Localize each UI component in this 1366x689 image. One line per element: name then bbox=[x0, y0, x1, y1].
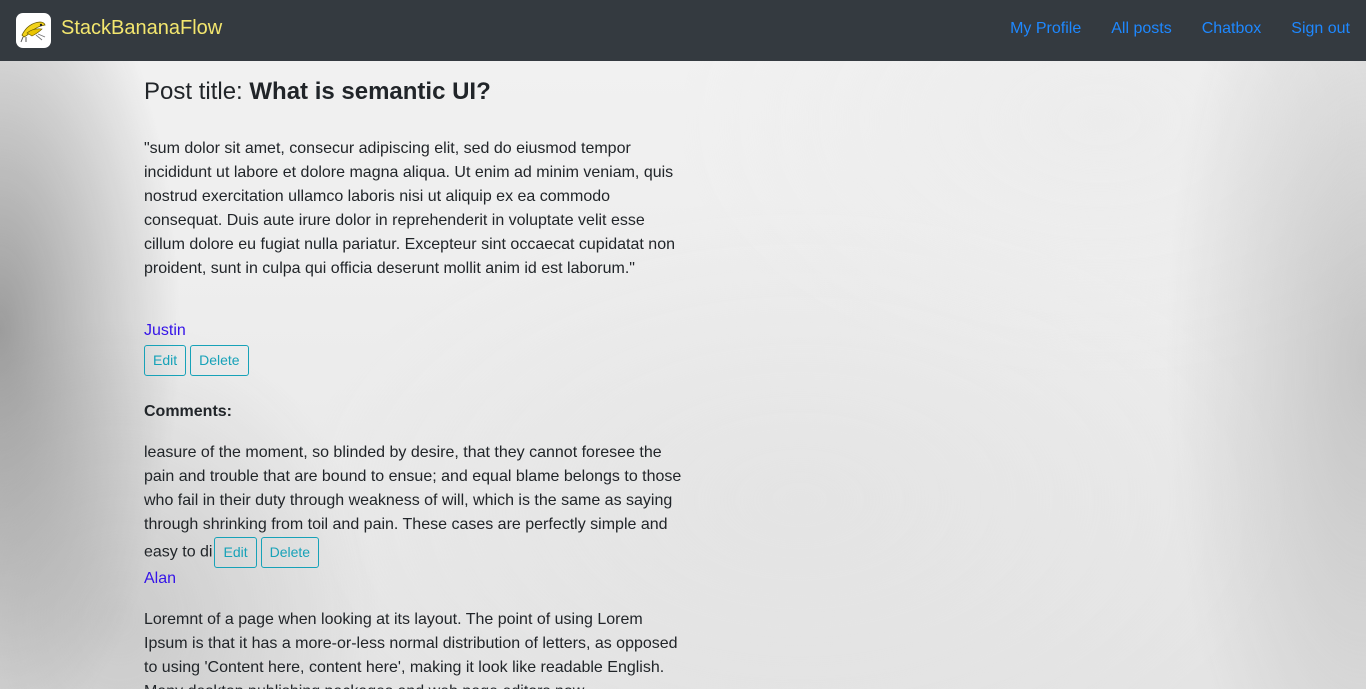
post-title-prefix: Post title: bbox=[144, 78, 250, 105]
navbar: StackBananaFlow My Profile All posts Cha… bbox=[0, 0, 1366, 61]
comment-delete-button[interactable]: Delete bbox=[260, 537, 320, 568]
comment-edit-button[interactable]: Edit bbox=[214, 537, 257, 568]
post-title: Post title: What is semantic UI? bbox=[144, 78, 491, 106]
post-title-text: What is semantic UI? bbox=[249, 78, 491, 105]
banana-bird-logo-icon bbox=[16, 13, 51, 48]
comment-item: Loremnt of a page when looking at its la… bbox=[144, 608, 689, 689]
comment-author-link[interactable]: Alan bbox=[144, 570, 176, 588]
post-edit-button[interactable]: Edit bbox=[144, 345, 187, 376]
post-actions: Edit Delete bbox=[144, 345, 249, 376]
nav-sign-out[interactable]: Sign out bbox=[1291, 20, 1350, 38]
post-author-link[interactable]: Justin bbox=[144, 322, 186, 340]
comment-actions: Edit Delete bbox=[214, 537, 320, 568]
brand-link[interactable]: StackBananaFlow bbox=[16, 13, 222, 48]
nav-links: My Profile All posts Chatbox Sign out bbox=[980, 20, 1350, 38]
nav-all-posts[interactable]: All posts bbox=[1111, 20, 1171, 38]
post-delete-button[interactable]: Delete bbox=[190, 345, 249, 376]
comment-item: leasure of the moment, so blinded by des… bbox=[144, 441, 689, 568]
post-body: "sum dolor sit amet, consecur adipiscing… bbox=[144, 140, 675, 277]
nav-my-profile[interactable]: My Profile bbox=[1010, 20, 1081, 38]
brand-name[interactable]: StackBananaFlow bbox=[61, 17, 222, 40]
nav-chatbox[interactable]: Chatbox bbox=[1202, 20, 1262, 38]
comments-heading: Comments: bbox=[144, 403, 233, 420]
comment-text: Loremnt of a page when looking at its la… bbox=[144, 611, 678, 689]
